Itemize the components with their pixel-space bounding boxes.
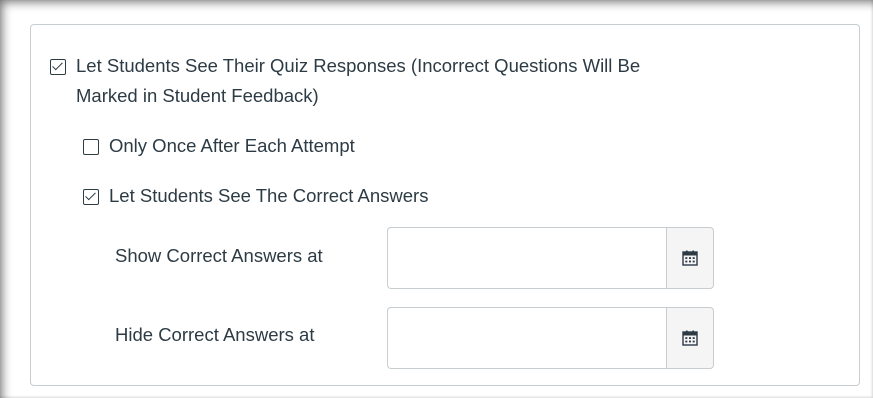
- quiz-options-panel: Let Students See Their Quiz Responses (I…: [30, 24, 860, 386]
- see-responses-option[interactable]: Let Students See Their Quiz Responses (I…: [50, 55, 830, 111]
- window-frame: Let Students See Their Quiz Responses (I…: [0, 0, 873, 398]
- calendar-icon: [682, 250, 698, 266]
- show-correct-answers-calendar-button[interactable]: [666, 227, 714, 289]
- see-correct-answers-checkbox[interactable]: [83, 189, 99, 205]
- calendar-icon: [682, 330, 698, 346]
- only-once-checkbox[interactable]: [83, 139, 99, 155]
- see-responses-label-line1: Let Students See Their Quiz Responses (I…: [76, 55, 641, 76]
- see-correct-answers-label[interactable]: Let Students See The Correct Answers: [109, 181, 428, 211]
- hide-correct-answers-label: Hide Correct Answers at: [115, 324, 315, 345]
- hide-correct-answers-date-input[interactable]: [387, 307, 666, 369]
- show-correct-answers-date-group: [387, 227, 714, 289]
- see-correct-answers-option[interactable]: Let Students See The Correct Answers: [83, 185, 428, 211]
- only-once-option[interactable]: Only Once After Each Attempt: [83, 135, 355, 161]
- see-responses-label[interactable]: Let Students See Their Quiz Responses (I…: [76, 51, 640, 111]
- show-correct-answers-date-input[interactable]: [387, 227, 666, 289]
- hide-correct-answers-date-group: [387, 307, 714, 369]
- see-responses-label-line2: Marked in Student Feedback): [76, 85, 319, 106]
- hide-correct-answers-calendar-button[interactable]: [666, 307, 714, 369]
- only-once-label[interactable]: Only Once After Each Attempt: [109, 131, 355, 161]
- see-responses-checkbox[interactable]: [50, 59, 66, 75]
- show-correct-answers-label: Show Correct Answers at: [115, 245, 323, 266]
